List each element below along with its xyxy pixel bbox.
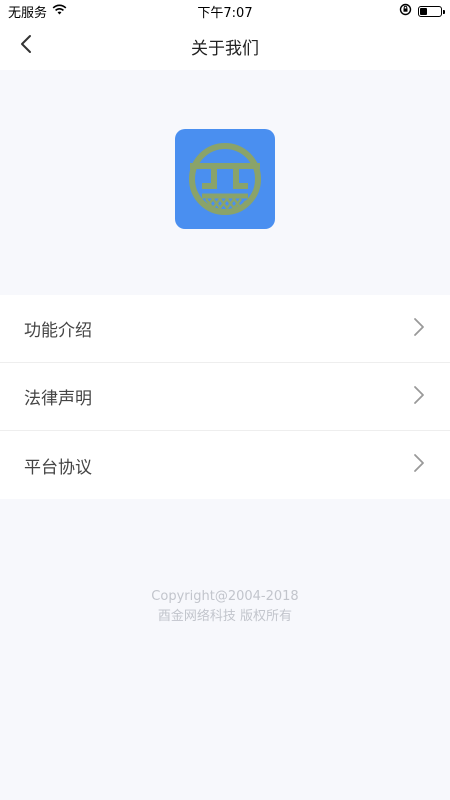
menu-item-label: 平台协议	[24, 457, 92, 478]
status-time: 下午7:07	[197, 5, 253, 21]
chevron-right-icon	[412, 385, 426, 409]
company-rights-text: 酉金网络科技 版权所有	[157, 609, 293, 624]
chevron-right-icon	[412, 317, 426, 341]
lock-rotation-icon	[399, 3, 412, 20]
menu-item-label: 法律声明	[24, 389, 92, 409]
chevron-right-icon	[412, 453, 426, 477]
menu-item-features[interactable]: 功能介绍	[0, 295, 450, 363]
navigation-bar: 关于我们	[0, 22, 450, 70]
wifi-icon	[52, 4, 67, 19]
menu-item-legal-notice[interactable]: 法律声明	[0, 363, 450, 431]
logo-mark-icon	[189, 143, 261, 215]
battery-level-fill	[420, 7, 427, 15]
menu-item-platform-agreement[interactable]: 平台协议	[0, 431, 450, 499]
app-logo	[175, 129, 275, 229]
carrier-text: 无服务	[8, 5, 48, 21]
back-button[interactable]	[10, 30, 42, 62]
menu-item-label: 功能介绍	[24, 321, 92, 341]
about-menu: 功能介绍 法律声明 平台协议	[0, 295, 450, 499]
status-left: 无服务	[8, 2, 67, 21]
status-bar: 无服务 下午7:07	[0, 0, 450, 22]
status-right	[399, 3, 445, 20]
battery-icon	[418, 5, 445, 17]
copyright-text: Copyright@2004-2018	[151, 589, 299, 604]
back-arrow-icon	[19, 34, 33, 58]
logo-section	[0, 70, 450, 295]
page-title: 关于我们	[191, 38, 259, 59]
copyright-footer: Copyright@2004-2018 酉金网络科技 版权所有	[0, 587, 450, 627]
